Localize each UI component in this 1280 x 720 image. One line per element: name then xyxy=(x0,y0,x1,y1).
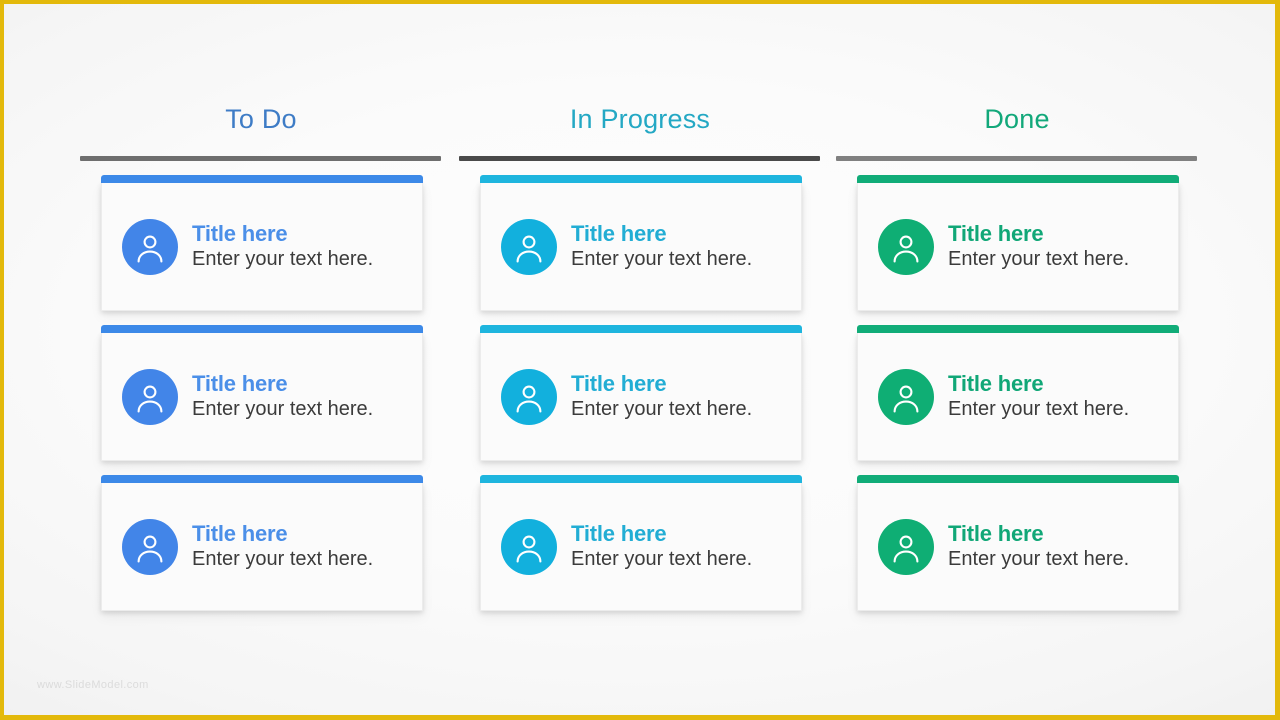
card-title: Title here xyxy=(948,520,1044,546)
person-icon xyxy=(889,530,923,564)
card-body: Title here Enter your text here. xyxy=(102,218,422,275)
card-accent-bar xyxy=(480,475,802,483)
card-body: Title here Enter your text here. xyxy=(102,518,422,575)
slide-canvas: To Do Title here Enter your text here. T… xyxy=(4,4,1275,715)
card[interactable]: Title here Enter your text here. xyxy=(480,325,802,461)
card[interactable]: Title here Enter your text here. xyxy=(480,175,802,311)
card-body: Title here Enter your text here. xyxy=(858,368,1178,425)
card-accent-bar xyxy=(480,325,802,333)
column-rule-in-progress xyxy=(459,156,820,161)
person-icon xyxy=(133,380,167,414)
person-icon xyxy=(133,530,167,564)
avatar xyxy=(501,518,557,575)
column-header-todo: To Do xyxy=(225,104,297,134)
card-description: Enter your text here. xyxy=(571,247,753,270)
card[interactable]: Title here Enter your text here. xyxy=(480,475,802,611)
person-icon xyxy=(512,530,546,564)
card-body: Title here Enter your text here. xyxy=(481,518,801,575)
column-in-progress: In Progress Title here Enter your text h… xyxy=(459,102,821,611)
column-rule-todo xyxy=(80,156,441,161)
card-body: Title here Enter your text here. xyxy=(481,368,801,425)
card-text: Title here Enter your text here. xyxy=(178,220,374,272)
card-description: Enter your text here. xyxy=(571,547,753,570)
card[interactable]: Title here Enter your text here. xyxy=(857,475,1179,611)
card-title: Title here xyxy=(192,520,288,546)
card-title: Title here xyxy=(192,220,288,246)
card-accent-bar xyxy=(857,475,1179,483)
card[interactable]: Title here Enter your text here. xyxy=(101,475,423,611)
card-title: Title here xyxy=(571,520,667,546)
card-accent-bar xyxy=(857,325,1179,333)
person-icon xyxy=(889,380,923,414)
person-icon xyxy=(889,230,923,264)
slide-frame: To Do Title here Enter your text here. T… xyxy=(0,0,1280,720)
card-body: Title here Enter your text here. xyxy=(481,218,801,275)
card-description: Enter your text here. xyxy=(948,247,1130,270)
kanban-board: To Do Title here Enter your text here. T… xyxy=(4,4,1275,715)
card-accent-bar xyxy=(857,175,1179,183)
column-todo: To Do Title here Enter your text here. T… xyxy=(80,102,442,611)
card-description: Enter your text here. xyxy=(192,247,374,270)
card-body: Title here Enter your text here. xyxy=(858,518,1178,575)
card-accent-bar xyxy=(480,175,802,183)
column-header-in-progress: In Progress xyxy=(569,104,711,134)
card-text: Title here Enter your text here. xyxy=(178,370,374,422)
card-accent-bar xyxy=(101,325,423,333)
card-accent-bar xyxy=(101,175,423,183)
card[interactable]: Title here Enter your text here. xyxy=(857,325,1179,461)
watermark: www.SlideModel.com xyxy=(37,679,149,691)
card-title: Title here xyxy=(948,370,1044,396)
card-list-done: Title here Enter your text here. Title h… xyxy=(836,175,1198,611)
card-text: Title here Enter your text here. xyxy=(934,520,1130,572)
card[interactable]: Title here Enter your text here. xyxy=(101,325,423,461)
card-text: Title here Enter your text here. xyxy=(557,370,753,422)
card-description: Enter your text here. xyxy=(192,397,374,420)
person-icon xyxy=(512,230,546,264)
card-text: Title here Enter your text here. xyxy=(557,520,753,572)
card-title: Title here xyxy=(571,370,667,396)
card-list-in-progress: Title here Enter your text here. Title h… xyxy=(459,175,821,611)
card[interactable]: Title here Enter your text here. xyxy=(101,175,423,311)
column-header-done: Done xyxy=(984,104,1050,134)
card-description: Enter your text here. xyxy=(192,547,374,570)
avatar xyxy=(878,368,934,425)
card-description: Enter your text here. xyxy=(571,397,753,420)
card[interactable]: Title here Enter your text here. xyxy=(857,175,1179,311)
card-description: Enter your text here. xyxy=(948,547,1130,570)
card-title: Title here xyxy=(571,220,667,246)
avatar xyxy=(501,218,557,275)
avatar xyxy=(122,368,178,425)
column-done: Done Title here Enter your text here. Ti… xyxy=(836,102,1198,611)
card-text: Title here Enter your text here. xyxy=(934,370,1130,422)
card-text: Title here Enter your text here. xyxy=(557,220,753,272)
column-rule-done xyxy=(836,156,1197,161)
card-accent-bar xyxy=(101,475,423,483)
card-title: Title here xyxy=(948,220,1044,246)
card-list-todo: Title here Enter your text here. Title h… xyxy=(80,175,442,611)
avatar xyxy=(501,368,557,425)
avatar xyxy=(878,518,934,575)
avatar xyxy=(122,518,178,575)
card-description: Enter your text here. xyxy=(948,397,1130,420)
person-icon xyxy=(512,380,546,414)
avatar xyxy=(878,218,934,275)
card-body: Title here Enter your text here. xyxy=(858,218,1178,275)
person-icon xyxy=(133,230,167,264)
avatar xyxy=(122,218,178,275)
card-title: Title here xyxy=(192,370,288,396)
card-text: Title here Enter your text here. xyxy=(934,220,1130,272)
card-body: Title here Enter your text here. xyxy=(102,368,422,425)
card-text: Title here Enter your text here. xyxy=(178,520,374,572)
